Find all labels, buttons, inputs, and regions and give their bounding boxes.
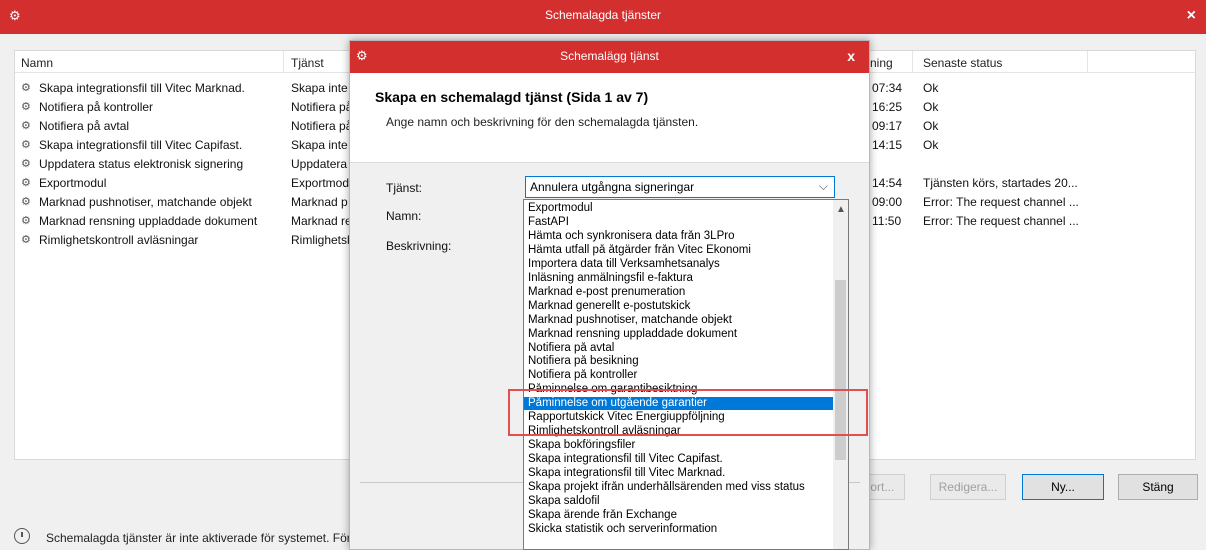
row-time: 11:50: [872, 214, 902, 228]
dropdown-option[interactable]: Inläsning anmälningsfil e-faktura: [524, 272, 834, 285]
column-header-service[interactable]: Tjänst: [291, 56, 324, 70]
service-combobox-value: Annulera utgångna signeringar: [530, 180, 695, 194]
row-status: Error: The request channel ...: [923, 214, 1079, 228]
column-divider[interactable]: [1087, 51, 1088, 73]
dropdown-option[interactable]: Skapa bokföringsfiler: [524, 439, 834, 452]
dropdown-option[interactable]: Exportmodul: [524, 202, 834, 215]
row-service: Skapa inte: [291, 138, 348, 152]
column-divider[interactable]: [283, 51, 284, 73]
dropdown-option[interactable]: Notifiera på besikning: [524, 355, 834, 368]
dropdown-option[interactable]: Importera data till Verksamhetsanalys: [524, 258, 834, 271]
task-icon: ⚙: [21, 158, 31, 170]
dialog-header: Skapa en schemalagd tjänst (Sida 1 av 7)…: [350, 73, 869, 163]
annotation-highlight-box: [508, 389, 868, 436]
dropdown-option[interactable]: Hämta och synkronisera data från 3LPro: [524, 230, 834, 243]
dropdown-scrollbar[interactable]: ▲: [833, 200, 848, 549]
service-dropdown-list[interactable]: Exportmodul FastAPI Hämta och synkronisera…: [523, 199, 849, 550]
chevron-down-icon[interactable]: ⌵: [819, 179, 828, 194]
name-label: Namn:: [386, 209, 422, 223]
dropdown-option[interactable]: Hämta utfall på åtgärder från Vitec Ekon…: [524, 244, 834, 257]
column-divider[interactable]: [912, 51, 913, 73]
row-name: Marknad pushnotiser, matchande objekt: [39, 195, 252, 209]
row-time: 09:00: [872, 195, 903, 209]
row-status: Ok: [923, 81, 939, 95]
service-label: Tjänst:: [386, 181, 423, 195]
row-service: Rimlighetsk: [291, 233, 354, 247]
row-name: Notifiera på avtal: [39, 119, 130, 133]
task-icon: ⚙: [21, 177, 31, 189]
column-header-last-status[interactable]: Senaste status: [923, 56, 1002, 70]
row-service: Uppdatera: [291, 157, 348, 171]
row-time: 09:17: [872, 119, 903, 133]
main-titlebar: ⚙ Schemalagda tjänster ×: [0, 0, 1206, 34]
row-service: Notifiera på: [291, 100, 353, 114]
new-button[interactable]: Ny...: [1022, 474, 1104, 500]
dropdown-option[interactable]: Skapa projekt ifrån underhållsärenden me…: [524, 481, 834, 494]
row-service: Marknad p: [291, 195, 348, 209]
column-header-next-run[interactable]: ning: [870, 56, 893, 70]
task-icon: ⚙: [21, 196, 31, 208]
task-icon: ⚙: [21, 82, 31, 94]
dropdown-option[interactable]: Skapa saldofil: [524, 495, 834, 508]
dialog-titlebar: ⚙ Schemalägg tjänst x: [350, 41, 869, 73]
row-time: 07:34: [872, 81, 903, 95]
clock-icon: [14, 528, 30, 544]
service-combobox[interactable]: Annulera utgångna signeringar ⌵: [525, 176, 835, 198]
dialog-subheading: Ange namn och beskrivning för den schema…: [386, 115, 699, 129]
main-window-title: Schemalagda tjänster: [544, 8, 662, 22]
dropdown-option[interactable]: Notifiera på avtal: [524, 342, 834, 355]
task-icon: ⚙: [21, 234, 31, 246]
dialog-close-icon[interactable]: x: [847, 48, 855, 64]
dialog-heading: Skapa en schemalagd tjänst (Sida 1 av 7): [375, 89, 649, 105]
row-name: Skapa integrationsfil till Vitec Marknad…: [39, 81, 245, 95]
dropdown-option[interactable]: FastAPI: [524, 216, 834, 229]
task-icon: ⚙: [21, 139, 31, 151]
row-name: Rimlighetskontroll avläsningar: [39, 233, 199, 247]
dropdown-option[interactable]: Notifiera på kontroller: [524, 369, 834, 382]
dropdown-option[interactable]: Skapa ärende från Exchange: [524, 509, 834, 522]
dropdown-option[interactable]: Skapa integrationsfil till Vitec Marknad…: [524, 467, 834, 480]
dropdown-option[interactable]: Marknad generellt e-postutskick: [524, 300, 834, 313]
task-icon: ⚙: [21, 215, 31, 227]
row-service: Skapa inte: [291, 81, 348, 95]
dropdown-option[interactable]: Skicka statistik och serverinformation: [524, 523, 834, 536]
row-status: Tjänsten körs, startades 20...: [923, 176, 1078, 190]
row-time: 14:15: [872, 138, 903, 152]
dialog-title: Schemalägg tjänst: [560, 49, 659, 63]
row-service: Marknad re: [291, 214, 352, 228]
row-status: Error: The request channel ...: [923, 195, 1079, 209]
dropdown-option[interactable]: Marknad pushnotiser, matchande objekt: [524, 314, 834, 327]
edit-button[interactable]: Redigera...: [930, 474, 1006, 500]
close-button[interactable]: Stäng: [1118, 474, 1198, 500]
row-time: 14:54: [872, 176, 903, 190]
column-header-name[interactable]: Namn: [21, 56, 53, 70]
row-time: 16:25: [872, 100, 903, 114]
scroll-up-icon[interactable]: ▲: [836, 204, 846, 215]
dropdown-option[interactable]: Skapa integrationsfil till Vitec Capifas…: [524, 453, 834, 466]
row-service: Notifiera på: [291, 119, 353, 133]
row-status: Ok: [923, 119, 939, 133]
row-service: Exportmodu: [291, 176, 356, 190]
row-status: Ok: [923, 138, 939, 152]
row-name: Skapa integrationsfil till Vitec Capifas…: [39, 138, 243, 152]
description-label: Beskrivning:: [386, 239, 452, 253]
row-name: Uppdatera status elektronisk signering: [39, 157, 244, 171]
dropdown-option[interactable]: Marknad e-post prenumeration: [524, 286, 834, 299]
row-name: Exportmodul: [39, 176, 107, 190]
row-status: Ok: [923, 100, 939, 114]
task-icon: ⚙: [21, 120, 31, 132]
main-close-icon[interactable]: ×: [1187, 7, 1196, 25]
dropdown-option[interactable]: Marknad rensning uppladdade dokument: [524, 328, 834, 341]
task-icon: ⚙: [21, 101, 31, 113]
row-name: Marknad rensning uppladdade dokument: [39, 214, 258, 228]
row-name: Notifiera på kontroller: [39, 100, 154, 114]
